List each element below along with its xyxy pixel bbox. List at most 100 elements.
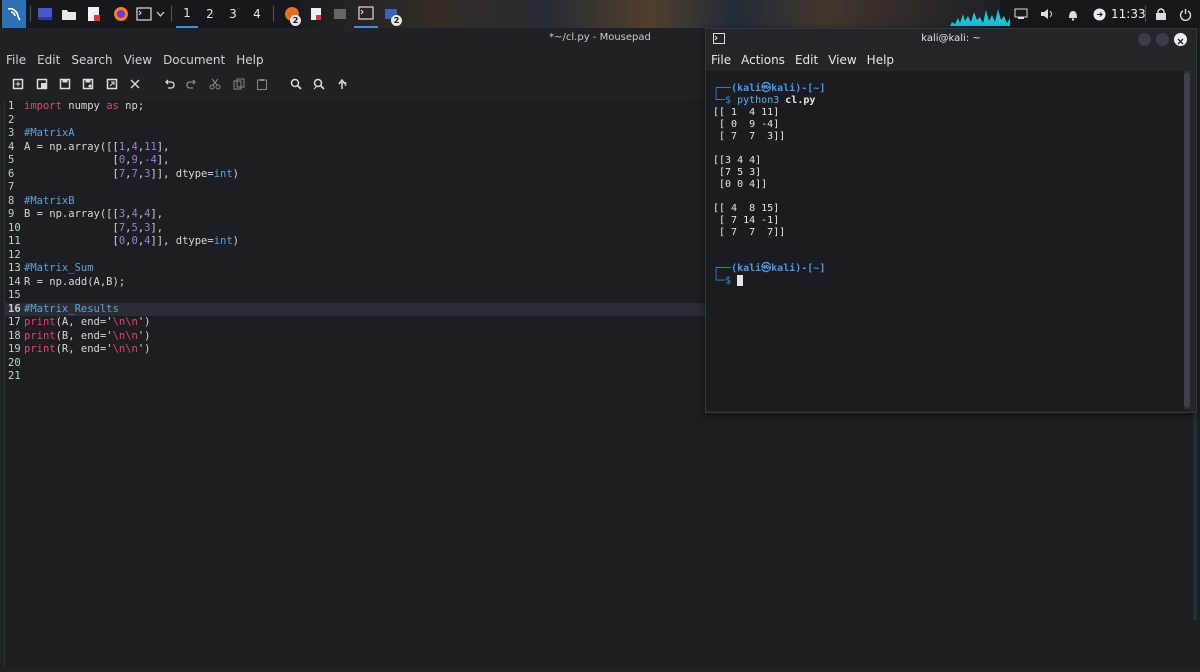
network-icon-button[interactable] — [1012, 0, 1030, 28]
code-line: 12 — [8, 248, 21, 261]
code-line: 19 print(R, end='\n\n') — [8, 343, 151, 355]
save-button[interactable] — [58, 77, 72, 91]
new-document-icon — [12, 78, 24, 90]
close-icon — [130, 79, 140, 89]
desktop-icon — [38, 8, 52, 20]
output-line: [0 0 4]] — [713, 179, 768, 190]
code-line: 17 print(A, end='\n\n') — [8, 316, 151, 328]
code-line: 20 — [8, 356, 21, 369]
menu-document[interactable]: Document — [157, 50, 230, 70]
cut-icon — [209, 78, 221, 90]
kali-dragon-icon — [7, 7, 21, 21]
chevron-down-icon — [156, 11, 164, 17]
undo-button[interactable] — [162, 77, 176, 91]
copy-button[interactable] — [232, 77, 246, 91]
menu-file[interactable]: File — [0, 50, 31, 70]
window-title: kali@kali: ~ — [921, 33, 981, 44]
panel-wallpaper-strip — [300, 0, 1000, 28]
volume-button[interactable] — [1038, 0, 1056, 28]
workspace-1[interactable]: 1 — [176, 0, 198, 28]
bell-icon — [1069, 10, 1077, 21]
menu-search[interactable]: Search — [65, 50, 117, 70]
code-line: 11 [0,0,4]], dtype=int) — [8, 235, 239, 247]
taskbar-mousepad[interactable] — [307, 0, 325, 28]
taskbar-window-2[interactable] — [331, 0, 349, 28]
terminal-window: kali@kali: ~ File Actions Edit View Help… — [705, 28, 1197, 413]
lock-icon — [1156, 8, 1166, 20]
find-replace-button[interactable] — [312, 77, 326, 91]
menubar: File Edit Search View Document Help — [0, 50, 269, 70]
terminal-output[interactable]: ┌──(kali㉿kali)-[~] └─$ python3 cl.py [[ … — [706, 71, 1188, 411]
code-line: 21 — [8, 370, 21, 382]
scrollbar-thumb[interactable] — [1184, 73, 1190, 407]
code-line: 14 R = np.add(A,B); — [8, 275, 126, 288]
output-line: [ 7 7 7]] — [713, 227, 786, 238]
output-line: [ 7 7 3]] — [713, 131, 786, 142]
input-line[interactable]: └─$ — [713, 275, 744, 288]
menu-help[interactable]: Help — [230, 50, 268, 70]
new-document-button[interactable] — [11, 77, 25, 91]
firefox-icon — [114, 7, 128, 21]
open-icon — [106, 78, 118, 90]
save-as-button[interactable] — [81, 77, 95, 91]
paste-button[interactable] — [255, 77, 269, 91]
menu-edit[interactable]: Edit — [31, 50, 65, 70]
search-icon — [290, 78, 302, 90]
show-desktop-button[interactable] — [34, 0, 56, 28]
menu-view[interactable]: View — [118, 50, 157, 70]
menu-actions[interactable]: Actions — [736, 50, 790, 70]
menu-file[interactable]: File — [706, 50, 736, 70]
updates-button[interactable] — [1090, 0, 1108, 28]
terminal-menubar: File Actions Edit View Help — [706, 50, 899, 70]
current-code-line: 16 #Matrix_Results — [5, 302, 705, 316]
output-line: [ 0 9 -4] — [713, 119, 780, 130]
taskbar-terminal[interactable] — [354, 0, 378, 28]
window-count-badge: 2 — [391, 15, 402, 26]
output-line: [[ 4 8 15] — [713, 203, 780, 214]
output-line: [[3 4 4] — [713, 155, 762, 166]
terminal-icon — [358, 6, 374, 20]
notifications-button[interactable] — [1064, 0, 1082, 28]
firefox-launcher[interactable] — [110, 0, 132, 28]
code-line: 8 #MatrixB — [8, 194, 75, 207]
close-button[interactable] — [1174, 33, 1187, 46]
lock-screen-button[interactable] — [1152, 0, 1170, 28]
maximize-button[interactable] — [1156, 33, 1169, 46]
code-line: 1 import numpy as np; — [8, 100, 145, 112]
cpu-graph — [950, 9, 1010, 26]
power-button[interactable] — [1176, 0, 1194, 28]
menu-view[interactable]: View — [823, 50, 861, 70]
update-icon — [1093, 8, 1105, 20]
workspace-2[interactable]: 2 — [199, 0, 221, 28]
file-manager-launcher[interactable] — [58, 0, 80, 28]
code-line: 9B = np.array([[3,4,4], — [8, 208, 164, 220]
menu-help[interactable]: Help — [862, 50, 899, 70]
menu-edit[interactable]: Edit — [790, 50, 823, 70]
code-line: 10 [7,5,3], — [8, 221, 164, 234]
workspace-3[interactable]: 3 — [222, 0, 244, 28]
goto-line-button[interactable] — [335, 77, 349, 91]
code-line: 5 [0,9,-4], — [8, 154, 170, 166]
new-window-button[interactable] — [35, 77, 49, 91]
minimize-button[interactable] — [1138, 33, 1151, 46]
save-icon — [59, 78, 71, 90]
save-as-icon — [82, 78, 94, 90]
paste-icon — [257, 79, 267, 90]
cut-button[interactable] — [208, 77, 222, 91]
terminal-launcher[interactable] — [134, 0, 154, 28]
text-editor-icon — [88, 7, 100, 21]
copy-icon — [233, 78, 245, 90]
code-line: 6 [7,7,3]], dtype=int) — [8, 167, 239, 180]
close-button[interactable] — [128, 77, 142, 91]
clock[interactable]: 11:33 — [1111, 0, 1146, 28]
terminal-scrollbar[interactable] — [1184, 71, 1190, 409]
redo-button[interactable] — [185, 77, 199, 91]
kali-menu-button[interactable] — [2, 0, 26, 28]
code-line: 2 — [8, 113, 15, 126]
workspace-4[interactable]: 4 — [246, 0, 268, 28]
open-button[interactable] — [105, 77, 119, 91]
find-button[interactable] — [289, 77, 303, 91]
window-icon — [334, 9, 346, 19]
text-editor-launcher[interactable] — [84, 0, 104, 28]
launcher-dropdown-button[interactable] — [154, 0, 166, 28]
